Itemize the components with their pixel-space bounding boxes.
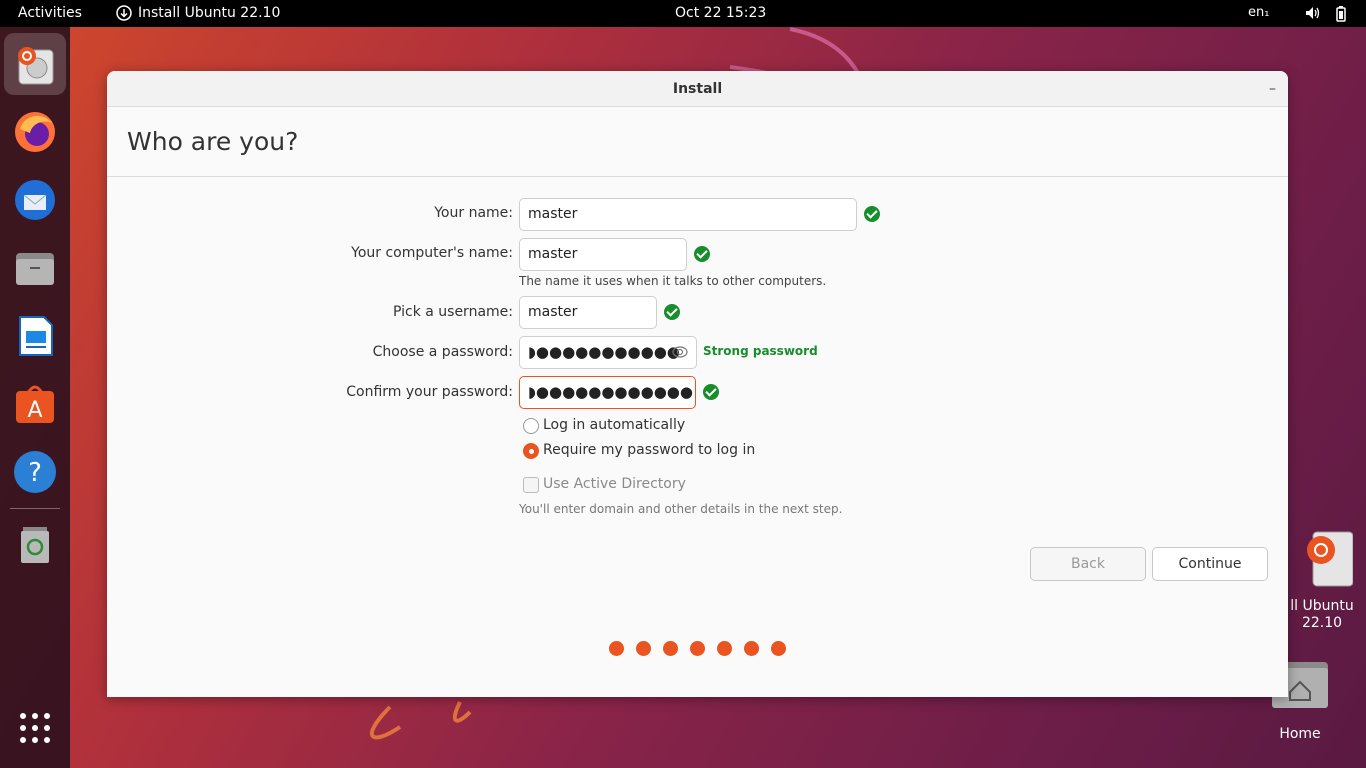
- files-icon[interactable]: [4, 237, 66, 299]
- your-name-label: Your name:: [434, 205, 513, 221]
- confirm-password-input[interactable]: ◗●●●●●●●●●●●●: [519, 376, 696, 409]
- active-directory-checkbox[interactable]: [523, 477, 539, 493]
- help-icon[interactable]: ?: [4, 441, 66, 503]
- show-password-icon[interactable]: [672, 345, 688, 359]
- window-title: Install: [672, 81, 723, 97]
- battery-icon[interactable]: [1334, 5, 1348, 27]
- page-title: Who are you?: [127, 127, 299, 156]
- heading-area: Who are you?: [107, 107, 1288, 177]
- activities-button[interactable]: Activities: [18, 5, 82, 21]
- desktop-icon-label: ll Ubuntu 22.10: [1290, 598, 1354, 631]
- dock-separator: [10, 508, 60, 509]
- volume-icon[interactable]: [1304, 5, 1320, 25]
- username-label: Pick a username:: [392, 304, 513, 320]
- clock[interactable]: Oct 22 15:23: [675, 5, 766, 21]
- password-input[interactable]: ◗●●●●●●●●●●●: [519, 336, 697, 369]
- libreoffice-writer-icon[interactable]: [4, 305, 66, 367]
- computer-name-hint: The name it uses when it talks to other …: [519, 274, 827, 288]
- svg-text:?: ?: [28, 458, 42, 488]
- progress-dot: [717, 641, 732, 656]
- confirm-password-value: ◗●●●●●●●●●●●●: [528, 383, 693, 401]
- active-directory-hint: You'll enter domain and other details in…: [519, 502, 843, 516]
- active-directory-label: Use Active Directory: [543, 476, 686, 492]
- require-password-radio[interactable]: [523, 443, 539, 459]
- login-automatically-radio[interactable]: [523, 418, 539, 434]
- download-icon: [116, 5, 132, 21]
- progress-dot: [744, 641, 759, 656]
- desktop-icon-label: Home: [1279, 726, 1321, 742]
- wallpaper-decoration-lower: [369, 701, 472, 740]
- progress-dot: [663, 641, 678, 656]
- computer-name-valid-icon: [694, 246, 710, 262]
- back-button[interactable]: Back: [1030, 547, 1146, 581]
- ubuntu-installer-icon: [1307, 531, 1354, 587]
- language-indicator[interactable]: en₁: [1248, 5, 1269, 20]
- progress-dot: [690, 641, 705, 656]
- computer-name-label: Your computer's name:: [351, 245, 513, 261]
- password-label: Choose a password:: [372, 344, 513, 360]
- trash-icon[interactable]: [4, 513, 66, 575]
- svg-text:A: A: [27, 398, 42, 423]
- progress-dot: [771, 641, 786, 656]
- your-name-valid-icon: [864, 206, 880, 222]
- login-automatically-label[interactable]: Log in automatically: [543, 417, 685, 433]
- minimize-button[interactable]: –: [1269, 71, 1276, 107]
- password-value: ◗●●●●●●●●●●●: [528, 343, 680, 361]
- firefox-icon[interactable]: [4, 101, 66, 163]
- username-input[interactable]: master: [519, 296, 657, 329]
- computer-name-input[interactable]: master: [519, 238, 687, 271]
- username-valid-icon: [664, 304, 680, 320]
- dock: A ?: [0, 27, 70, 768]
- app-menu[interactable]: Install Ubuntu 22.10: [116, 5, 280, 21]
- ubuntu-installer-icon[interactable]: [4, 33, 66, 95]
- installer-window: Install – Who are you? Your name: master…: [107, 71, 1288, 697]
- your-name-input[interactable]: master: [519, 198, 857, 231]
- confirm-password-valid-icon: [703, 384, 719, 400]
- progress-dot: [609, 641, 624, 656]
- window-titlebar[interactable]: Install –: [107, 71, 1288, 107]
- ubuntu-software-icon[interactable]: A: [4, 373, 66, 435]
- app-name: Install Ubuntu 22.10: [138, 5, 281, 21]
- progress-dot: [636, 641, 651, 656]
- top-bar: Activities Install Ubuntu 22.10 Oct 22 1…: [0, 0, 1366, 27]
- password-strength: Strong password: [703, 344, 818, 358]
- continue-button[interactable]: Continue: [1152, 547, 1268, 581]
- require-password-label[interactable]: Require my password to log in: [543, 442, 755, 458]
- confirm-password-label: Confirm your password:: [346, 384, 513, 400]
- thunderbird-icon[interactable]: [4, 169, 66, 231]
- app-grid-icon[interactable]: [4, 697, 66, 759]
